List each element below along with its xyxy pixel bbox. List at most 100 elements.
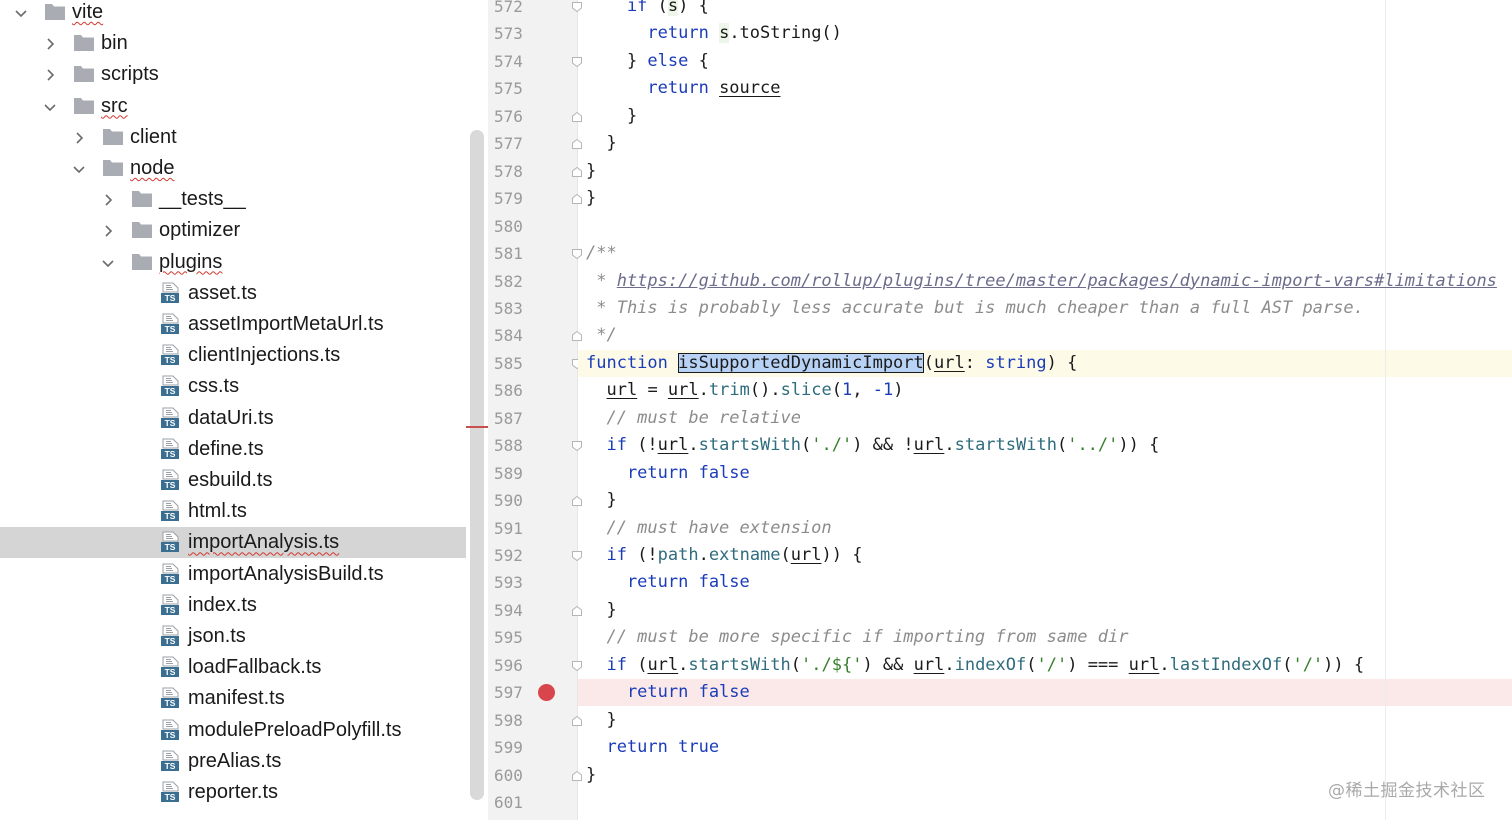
line-number[interactable]: 597 xyxy=(494,683,534,703)
code-line[interactable]: // must be more specific if importing fr… xyxy=(586,624,1128,651)
line-number[interactable]: 587 xyxy=(494,409,534,429)
chevron-right-icon[interactable] xyxy=(43,37,57,51)
tree-file-row[interactable]: TS loadFallback.ts xyxy=(0,652,466,683)
chevron-right-icon[interactable] xyxy=(101,224,115,238)
tree-folder-row[interactable]: __tests__ xyxy=(0,184,466,215)
code-line[interactable]: return false xyxy=(586,460,750,487)
line-number[interactable]: 579 xyxy=(494,189,534,209)
chevron-right-icon[interactable] xyxy=(101,193,115,207)
tree-folder-row[interactable]: client xyxy=(0,122,466,153)
tree-file-row[interactable]: TS importAnalysisBuild.ts xyxy=(0,559,466,590)
tree-folder-row[interactable]: optimizer xyxy=(0,215,466,246)
line-number[interactable]: 599 xyxy=(494,738,534,758)
code-line[interactable]: return false xyxy=(586,569,750,596)
fold-end-icon[interactable] xyxy=(571,111,583,123)
tree-file-row[interactable]: TS css.ts xyxy=(0,371,466,402)
line-number[interactable]: 600 xyxy=(494,766,534,786)
line-number[interactable]: 588 xyxy=(494,436,534,456)
code-line[interactable]: } xyxy=(586,597,616,624)
line-number[interactable]: 580 xyxy=(494,217,534,237)
tree-file-row[interactable]: TS assetImportMetaUrl.ts xyxy=(0,309,466,340)
tree-file-row[interactable]: TS esbuild.ts xyxy=(0,465,466,496)
code-line[interactable]: * This is probably less accurate but is … xyxy=(586,295,1364,322)
code-line[interactable]: url = url.trim().slice(1, -1) xyxy=(586,377,903,404)
code-line[interactable]: } xyxy=(586,707,616,734)
line-number[interactable]: 573 xyxy=(494,24,534,44)
line-number[interactable]: 593 xyxy=(494,573,534,593)
line-number[interactable]: 581 xyxy=(494,244,534,264)
tree-file-row[interactable]: TS modulePreloadPolyfill.ts xyxy=(0,715,466,746)
line-number[interactable]: 572 xyxy=(494,0,534,17)
tree-file-row[interactable]: TS reporter.ts xyxy=(0,777,466,808)
code-line[interactable]: if (url.startsWith('./${') && url.indexO… xyxy=(586,652,1364,679)
code-line[interactable]: } xyxy=(586,103,637,130)
line-number[interactable]: 578 xyxy=(494,162,534,182)
code-line[interactable]: return s.toString() xyxy=(586,20,842,47)
line-number[interactable]: 585 xyxy=(494,354,534,374)
line-number[interactable]: 586 xyxy=(494,381,534,401)
chevron-down-icon[interactable] xyxy=(43,100,57,114)
code-line[interactable]: function isSupportedDynamicImport(url: s… xyxy=(586,350,1077,377)
line-number[interactable]: 583 xyxy=(494,299,534,319)
code-line[interactable]: * https://github.com/rollup/plugins/tree… xyxy=(586,268,1497,295)
fold-end-icon[interactable] xyxy=(571,138,583,150)
line-number[interactable]: 598 xyxy=(494,711,534,731)
tree-file-row[interactable]: TS html.ts xyxy=(0,496,466,527)
code-line[interactable]: if (s) { xyxy=(586,0,709,20)
fold-end-icon[interactable] xyxy=(571,193,583,205)
chevron-right-icon[interactable] xyxy=(72,131,86,145)
chevron-right-icon[interactable] xyxy=(43,68,57,82)
tree-folder-row[interactable]: node xyxy=(0,153,466,184)
code-line[interactable]: } xyxy=(586,487,616,514)
code-line[interactable]: // must be relative xyxy=(586,405,800,432)
code-line[interactable]: if (!url.startsWith('./') && !url.starts… xyxy=(586,432,1159,459)
line-number[interactable]: 591 xyxy=(494,519,534,539)
fold-open-icon[interactable] xyxy=(571,1,583,13)
code-line[interactable]: if (!path.extname(url)) { xyxy=(586,542,862,569)
tree-file-row[interactable]: TS define.ts xyxy=(0,434,466,465)
code-line[interactable]: } xyxy=(586,185,596,212)
code-line[interactable]: } else { xyxy=(586,48,709,75)
tree-scrollbar-thumb[interactable] xyxy=(470,130,484,800)
tree-file-row[interactable]: TS clientInjections.ts xyxy=(0,340,466,371)
tree-file-row[interactable]: TS manifest.ts xyxy=(0,683,466,714)
line-number[interactable]: 594 xyxy=(494,601,534,621)
fold-end-icon[interactable] xyxy=(571,770,583,782)
line-number[interactable]: 601 xyxy=(494,793,534,813)
tree-file-row[interactable]: TS json.ts xyxy=(0,621,466,652)
line-number[interactable]: 592 xyxy=(494,546,534,566)
code-line[interactable]: // must have extension xyxy=(586,515,831,542)
code-line[interactable]: } xyxy=(586,762,596,789)
code-line[interactable]: return source xyxy=(586,75,780,102)
code-line[interactable]: */ xyxy=(586,322,616,349)
tree-folder-row[interactable]: bin xyxy=(0,28,466,59)
tree-folder-row[interactable]: vite xyxy=(0,0,466,28)
tree-file-row[interactable]: TS dataUri.ts xyxy=(0,403,466,434)
tree-file-row[interactable]: TS preAlias.ts xyxy=(0,746,466,777)
fold-open-icon[interactable] xyxy=(571,660,583,672)
tree-file-row[interactable]: TS importAnalysis.ts xyxy=(0,527,466,559)
line-number[interactable]: 576 xyxy=(494,107,534,127)
code-line[interactable]: } xyxy=(586,130,616,157)
line-number[interactable]: 584 xyxy=(494,326,534,346)
fold-end-icon[interactable] xyxy=(571,605,583,617)
line-number[interactable]: 582 xyxy=(494,272,534,292)
line-number[interactable]: 575 xyxy=(494,79,534,99)
chevron-down-icon[interactable] xyxy=(72,162,86,176)
chevron-down-icon[interactable] xyxy=(101,256,115,270)
fold-open-icon[interactable] xyxy=(571,248,583,260)
chevron-down-icon[interactable] xyxy=(14,6,28,20)
tree-folder-row[interactable]: plugins xyxy=(0,247,466,278)
line-number[interactable]: 590 xyxy=(494,491,534,511)
breakpoint-icon[interactable] xyxy=(538,684,555,701)
tree-file-row[interactable]: TS asset.ts xyxy=(0,278,466,309)
fold-end-icon[interactable] xyxy=(571,495,583,507)
line-number[interactable]: 596 xyxy=(494,656,534,676)
tree-file-row[interactable]: TS index.ts xyxy=(0,590,466,621)
tree-folder-row[interactable]: src xyxy=(0,91,466,122)
line-number[interactable]: 595 xyxy=(494,628,534,648)
fold-end-icon[interactable] xyxy=(571,166,583,178)
code-line[interactable]: return false xyxy=(586,679,750,706)
tree-folder-row[interactable]: scripts xyxy=(0,59,466,90)
code-line[interactable]: return true xyxy=(586,734,719,761)
